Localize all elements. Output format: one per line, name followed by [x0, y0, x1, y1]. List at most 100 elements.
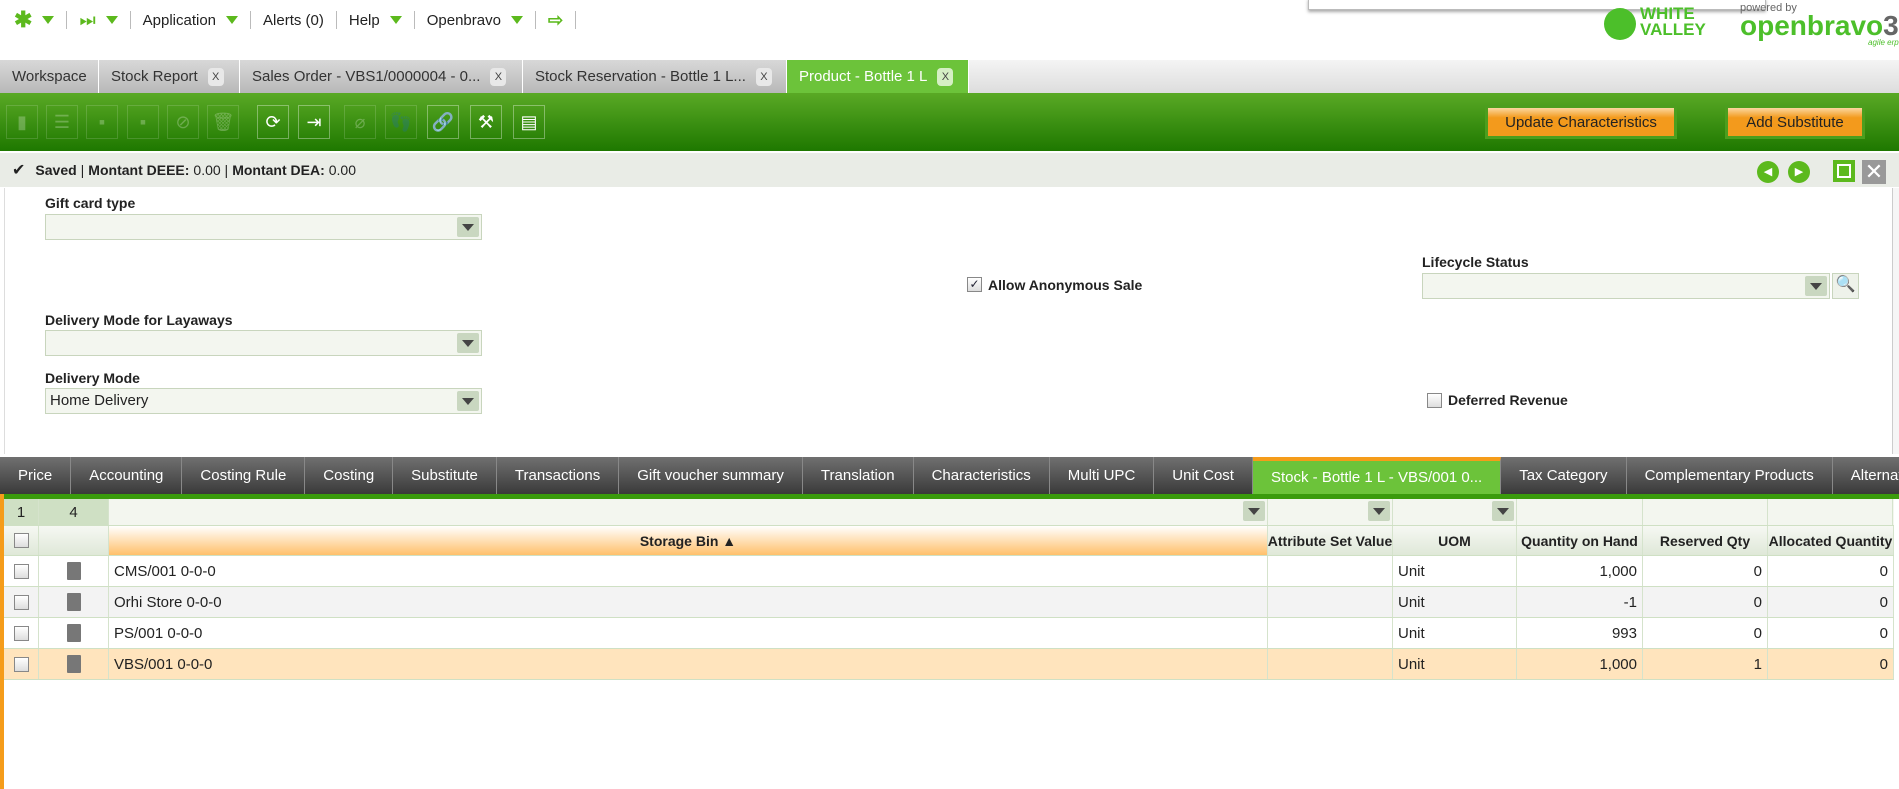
chevron-down-icon[interactable] [226, 16, 239, 24]
open-record-icon[interactable] [39, 649, 109, 679]
logout-icon[interactable]: ⇨ [548, 10, 563, 31]
chevron-down-icon[interactable] [457, 391, 479, 411]
tab-product[interactable]: Product - Bottle 1 L X [787, 60, 969, 93]
close-icon[interactable]: X [490, 67, 507, 86]
delivery-mode-layaways-select[interactable] [45, 330, 482, 356]
header-storage-bin[interactable]: Storage Bin ▲ [109, 526, 1268, 555]
window-tabs: Workspace Stock Report X Sales Order - VB… [0, 60, 1899, 93]
header-uom[interactable]: UOM [1393, 526, 1517, 555]
subtab-costing-rule[interactable]: Costing Rule [182, 457, 306, 494]
search-icon[interactable]: 🔍 [1832, 273, 1859, 299]
select-all-checkbox[interactable] [4, 526, 39, 555]
open-record-icon[interactable] [39, 556, 109, 586]
subtab-tax-category[interactable]: Tax Category [1501, 457, 1627, 494]
subtab-unit-cost[interactable]: Unit Cost [1154, 457, 1253, 494]
subtab-substitute[interactable]: Substitute [393, 457, 497, 494]
attribute-filter[interactable] [1268, 499, 1393, 525]
chevron-down-icon[interactable] [1368, 501, 1390, 521]
quantity-on-hand-cell: 1,000 [1517, 649, 1643, 679]
delete-icon[interactable]: 🗑 [207, 105, 239, 139]
refresh-icon[interactable]: ⟳ [257, 105, 289, 139]
chevron-down-icon[interactable] [1243, 501, 1265, 521]
allocated-filter[interactable] [1768, 499, 1893, 525]
tab-workspace[interactable]: Workspace [0, 60, 99, 93]
total-count: 4 [39, 499, 109, 525]
open-record-icon[interactable] [39, 618, 109, 648]
subtab-accounting[interactable]: Accounting [71, 457, 183, 494]
header-attribute-set-value[interactable]: Attribute Set Value [1268, 526, 1393, 555]
open-record-icon[interactable] [39, 587, 109, 617]
table-row[interactable]: VBS/001 0-0-0 Unit 1,000 1 0 [4, 649, 1894, 680]
allow-anonymous-sale-checkbox[interactable]: ✓ [967, 277, 982, 292]
alerts-link[interactable]: Alerts (0) [263, 12, 324, 29]
delivery-mode-select[interactable]: Home Delivery [45, 388, 482, 414]
tab-stock-report[interactable]: Stock Report X [99, 60, 240, 93]
gift-card-type-select[interactable] [45, 214, 482, 240]
close-icon[interactable]: X [207, 67, 224, 86]
chevron-down-icon[interactable] [457, 217, 479, 237]
link-icon[interactable]: 🔗 [427, 105, 459, 139]
layout-toggle-icon[interactable]: ▤ [513, 105, 545, 139]
uom-filter[interactable] [1393, 499, 1517, 525]
chevron-down-icon[interactable] [510, 16, 523, 24]
attachment-icon[interactable]: ⌀ [344, 105, 376, 139]
header-quantity-on-hand[interactable]: Quantity on Hand [1517, 526, 1643, 555]
row-checkbox[interactable] [4, 587, 39, 617]
quick-launch-icon[interactable]: ⏭ [79, 10, 95, 31]
row-checkbox[interactable] [4, 618, 39, 648]
row-checkbox[interactable] [4, 556, 39, 586]
chevron-down-icon[interactable] [1492, 501, 1514, 521]
table-row[interactable]: PS/001 0-0-0 Unit 993 0 0 [4, 618, 1894, 649]
close-form-icon[interactable]: ✕ [1862, 160, 1886, 184]
help-menu[interactable]: Help [349, 12, 380, 29]
application-menu[interactable]: Application [143, 12, 216, 29]
lifecycle-status-select[interactable] [1422, 273, 1830, 299]
audit-trail-icon[interactable]: 👣 [385, 105, 417, 139]
create-new-icon[interactable]: ✱ [14, 7, 32, 33]
chevron-down-icon[interactable] [389, 16, 402, 24]
header-reserved-qty[interactable]: Reserved Qty [1643, 526, 1768, 555]
update-characteristics-button[interactable]: Update Characteristics [1485, 105, 1677, 139]
subtab-stock[interactable]: Stock - Bottle 1 L - VBS/001 0... [1252, 457, 1502, 494]
chevron-down-icon[interactable] [457, 333, 479, 353]
close-icon[interactable]: X [937, 67, 954, 86]
chevron-down-icon[interactable] [105, 16, 118, 24]
subtab-price[interactable]: Price [0, 457, 72, 494]
add-substitute-button[interactable]: Add Substitute [1725, 105, 1865, 139]
customize-icon[interactable]: ⚒ [470, 105, 502, 139]
tab-sales-order[interactable]: Sales Order - VBS1/0000004 - 0... X [240, 60, 523, 93]
chevron-down-icon[interactable] [42, 16, 55, 24]
qty-filter[interactable] [1517, 499, 1643, 525]
subtab-costing[interactable]: Costing [305, 457, 394, 494]
header-allocated-quantity[interactable]: Allocated Quantity [1768, 526, 1894, 555]
tab-stock-reservation[interactable]: Stock Reservation - Bottle 1 L... X [523, 60, 787, 93]
subtab-transactions[interactable]: Transactions [497, 457, 620, 494]
storage-bin-cell: CMS/001 0-0-0 [109, 556, 1268, 586]
subtab-translation[interactable]: Translation [803, 457, 914, 494]
close-icon[interactable]: X [755, 67, 772, 86]
chevron-down-icon[interactable] [1805, 276, 1827, 296]
save-close-icon[interactable]: ▪ [127, 105, 159, 139]
row-checkbox[interactable] [4, 649, 39, 679]
table-row[interactable]: CMS/001 0-0-0 Unit 1,000 0 0 [4, 556, 1894, 587]
attribute-set-value-cell [1268, 587, 1393, 617]
save-icon[interactable]: ▪ [86, 105, 118, 139]
new-row-icon[interactable]: ☰ [46, 105, 78, 139]
previous-record-icon[interactable]: ◀ [1757, 161, 1779, 183]
subtab-alternate[interactable]: Alternate [1833, 457, 1899, 494]
subtab-characteristics[interactable]: Characteristics [914, 457, 1050, 494]
deferred-revenue-checkbox[interactable] [1427, 393, 1442, 408]
next-record-icon[interactable]: ▶ [1788, 161, 1810, 183]
form-scrollbar[interactable] [1892, 188, 1899, 454]
new-document-icon[interactable]: ▮ [6, 105, 38, 139]
reserved-filter[interactable] [1643, 499, 1768, 525]
subtab-multi-upc[interactable]: Multi UPC [1050, 457, 1155, 494]
subtab-gift-voucher-summary[interactable]: Gift voucher summary [619, 457, 803, 494]
undo-icon[interactable]: ⊘ [167, 105, 199, 139]
storage-bin-filter[interactable] [109, 499, 1268, 525]
maximize-icon[interactable] [1833, 160, 1855, 182]
table-row[interactable]: Orhi Store 0-0-0 Unit -1 0 0 [4, 587, 1894, 618]
user-menu[interactable]: Openbravo [427, 12, 501, 29]
subtab-complementary-products[interactable]: Complementary Products [1627, 457, 1833, 494]
export-icon[interactable]: ⇥ [298, 105, 330, 139]
